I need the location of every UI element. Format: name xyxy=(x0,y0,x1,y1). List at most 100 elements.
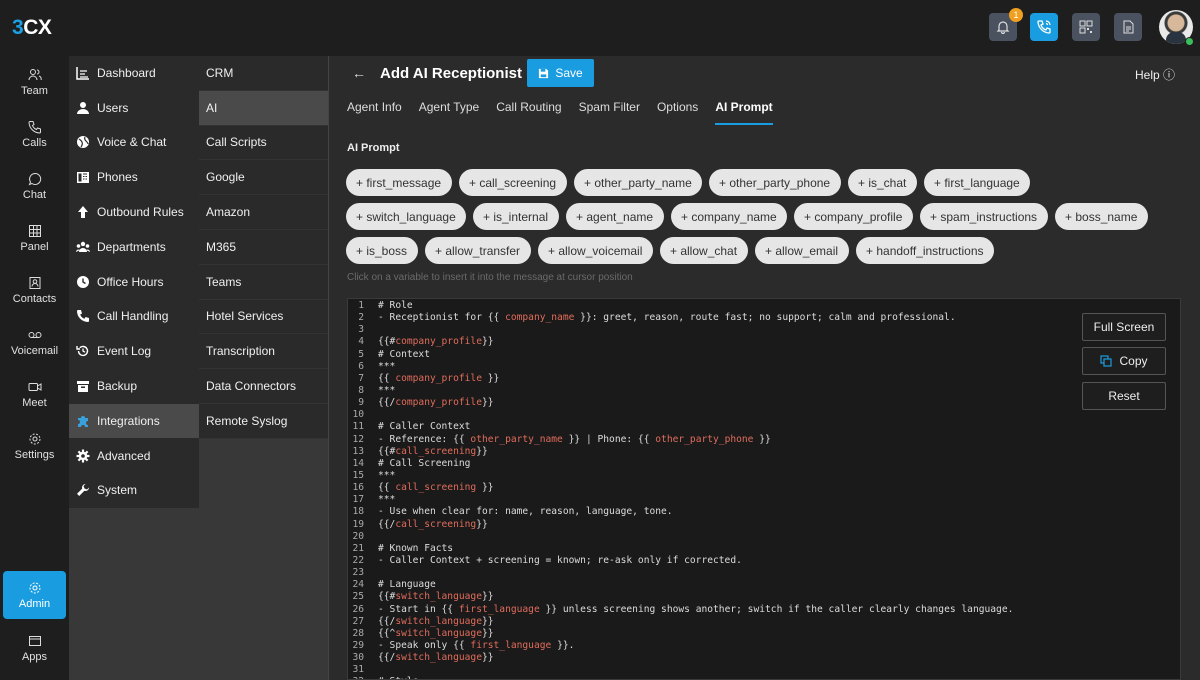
code-lines[interactable]: 1 # Role 2 - Receptionist for {{ company_na… xyxy=(348,300,1013,679)
tab-options[interactable]: Options xyxy=(657,100,698,125)
menu-phones[interactable]: Phones xyxy=(69,160,199,196)
logo[interactable]: 3CX xyxy=(12,16,52,40)
code-line[interactable]: 3 xyxy=(348,324,1013,336)
submenu-remote-syslog[interactable]: Remote Syslog xyxy=(199,403,328,439)
code-line[interactable]: 15 *** xyxy=(348,470,1013,482)
submenu-ai[interactable]: AI xyxy=(199,90,328,126)
submenu-m365[interactable]: M365 xyxy=(199,229,328,265)
variable-chip[interactable]: + handoff_instructions xyxy=(856,237,994,264)
nav-voicemail[interactable]: Voicemail xyxy=(3,318,66,366)
tab-spam-filter[interactable]: Spam Filter xyxy=(579,100,640,125)
code-line[interactable]: 4 {{#company_profile}} xyxy=(348,336,1013,348)
code-line[interactable]: 23 xyxy=(348,567,1013,579)
notifications-button[interactable]: 1 xyxy=(989,8,1023,41)
nav-calls[interactable]: Calls xyxy=(3,110,66,158)
menu-event-log[interactable]: Event Log xyxy=(69,334,199,370)
nav-meet[interactable]: Meet xyxy=(3,370,66,418)
code-line[interactable]: 29 - Speak only {{ first_language }}. xyxy=(348,640,1013,652)
menu-departments[interactable]: Departments xyxy=(69,229,199,265)
submenu-hotel-services[interactable]: Hotel Services xyxy=(199,299,328,335)
help-link[interactable]: Help ⓘ xyxy=(1135,66,1175,83)
submenu-data-connectors[interactable]: Data Connectors xyxy=(199,369,328,404)
submenu-call-scripts[interactable]: Call Scripts xyxy=(199,125,328,161)
variable-chip[interactable]: + boss_name xyxy=(1055,203,1148,230)
code-line[interactable]: 25 {{#switch_language}} xyxy=(348,591,1013,603)
menu-voice-chat[interactable]: Voice & Chat xyxy=(69,125,199,161)
submenu-google[interactable]: Google xyxy=(199,160,328,196)
variable-chip[interactable]: + switch_language xyxy=(346,203,466,230)
variable-chip[interactable]: + allow_transfer xyxy=(425,237,531,264)
submenu-crm[interactable]: CRM xyxy=(199,56,328,91)
tab-agent-info[interactable]: Agent Info xyxy=(347,100,402,125)
menu-users[interactable]: Users xyxy=(69,90,199,126)
document-button[interactable] xyxy=(1114,13,1142,41)
variable-chip[interactable]: + other_party_name xyxy=(574,169,702,196)
submenu-transcription[interactable]: Transcription xyxy=(199,334,328,370)
variable-chip[interactable]: + first_language xyxy=(924,169,1030,196)
code-line[interactable]: 11 # Caller Context xyxy=(348,421,1013,433)
code-line[interactable]: 24 # Language xyxy=(348,579,1013,591)
nav-contacts[interactable]: Contacts xyxy=(3,266,66,314)
code-line[interactable]: 31 xyxy=(348,664,1013,676)
code-line[interactable]: 30 {{/switch_language}} xyxy=(348,652,1013,664)
variable-chip[interactable]: + allow_chat xyxy=(660,237,748,264)
back-button[interactable]: ← xyxy=(352,65,366,81)
dialer-button[interactable] xyxy=(1030,13,1058,41)
code-line[interactable]: 10 xyxy=(348,409,1013,421)
tab-call-routing[interactable]: Call Routing xyxy=(496,100,561,125)
menu-dashboard[interactable]: Dashboard xyxy=(69,56,199,91)
nav-admin[interactable]: Admin xyxy=(3,571,66,619)
code-line[interactable]: 14 # Call Screening xyxy=(348,458,1013,470)
code-line[interactable]: 20 xyxy=(348,531,1013,543)
menu-backup[interactable]: Backup xyxy=(69,369,199,404)
variable-chip[interactable]: + allow_email xyxy=(755,237,849,264)
menu-advanced[interactable]: Advanced xyxy=(69,438,199,474)
full-screen-button[interactable]: Full Screen xyxy=(1082,313,1166,341)
tab-agent-type[interactable]: Agent Type xyxy=(419,100,480,125)
code-line[interactable]: 16 {{ call_screening }} xyxy=(348,482,1013,494)
nav-team[interactable]: Team xyxy=(3,58,66,106)
nav-panel[interactable]: Panel xyxy=(3,214,66,262)
nav-apps[interactable]: Apps xyxy=(3,624,66,672)
code-line[interactable]: 9 {{/company_profile}} xyxy=(348,397,1013,409)
variable-chip[interactable]: + other_party_phone xyxy=(709,169,841,196)
menu-outbound-rules[interactable]: Outbound Rules xyxy=(69,195,199,230)
submenu-amazon[interactable]: Amazon xyxy=(199,195,328,230)
variable-chip[interactable]: + call_screening xyxy=(459,169,567,196)
qr-code-button[interactable] xyxy=(1072,13,1100,41)
code-line[interactable]: 18 - Use when clear for: name, reason, la… xyxy=(348,506,1013,518)
variable-chip[interactable]: + allow_voicemail xyxy=(538,237,653,264)
code-line[interactable]: 6 *** xyxy=(348,361,1013,373)
variable-chip[interactable]: + is_internal xyxy=(473,203,559,230)
code-line[interactable]: 2 - Receptionist for {{ company_name }}: … xyxy=(348,312,1013,324)
code-line[interactable]: 32# Style xyxy=(348,676,1013,679)
submenu-teams[interactable]: Teams xyxy=(199,264,328,300)
menu-call-handling[interactable]: Call Handling xyxy=(69,299,199,335)
tab-ai-prompt[interactable]: AI Prompt xyxy=(715,100,773,125)
copy-button[interactable]: Copy xyxy=(1082,347,1166,375)
variable-chip[interactable]: + company_profile xyxy=(794,203,913,230)
code-line[interactable]: 1 # Role xyxy=(348,300,1013,312)
code-line[interactable]: 8 *** xyxy=(348,385,1013,397)
menu-integrations[interactable]: Integrations xyxy=(69,403,199,439)
menu-system[interactable]: System xyxy=(69,473,199,509)
prompt-editor[interactable]: 1 # Role 2 - Receptionist for {{ company_na… xyxy=(347,298,1181,680)
code-line[interactable]: 22 - Caller Context + screening = known; … xyxy=(348,555,1013,567)
variable-chip[interactable]: + is_chat xyxy=(848,169,917,196)
menu-office-hours[interactable]: Office Hours xyxy=(69,264,199,300)
code-line[interactable]: 19 {{/call_screening}} xyxy=(348,519,1013,531)
code-line[interactable]: 7 {{ company_profile }} xyxy=(348,373,1013,385)
reset-button[interactable]: Reset xyxy=(1082,382,1166,410)
code-line[interactable]: 21 # Known Facts xyxy=(348,543,1013,555)
code-line[interactable]: 27 {{/switch_language}} xyxy=(348,616,1013,628)
code-line[interactable]: 17 *** xyxy=(348,494,1013,506)
nav-chat[interactable]: Chat xyxy=(3,162,66,210)
variable-chip[interactable]: + company_name xyxy=(671,203,787,230)
code-line[interactable]: 12 - Reference: {{ other_party_name }} | … xyxy=(348,434,1013,446)
code-line[interactable]: 5 # Context xyxy=(348,349,1013,361)
variable-chip[interactable]: + is_boss xyxy=(346,237,418,264)
nav-settings[interactable]: Settings xyxy=(3,422,66,470)
variable-chip[interactable]: + spam_instructions xyxy=(920,203,1048,230)
code-line[interactable]: 26 - Start in {{ first_language }} unless… xyxy=(348,604,1013,616)
code-line[interactable]: 13 {{#call_screening}} xyxy=(348,446,1013,458)
